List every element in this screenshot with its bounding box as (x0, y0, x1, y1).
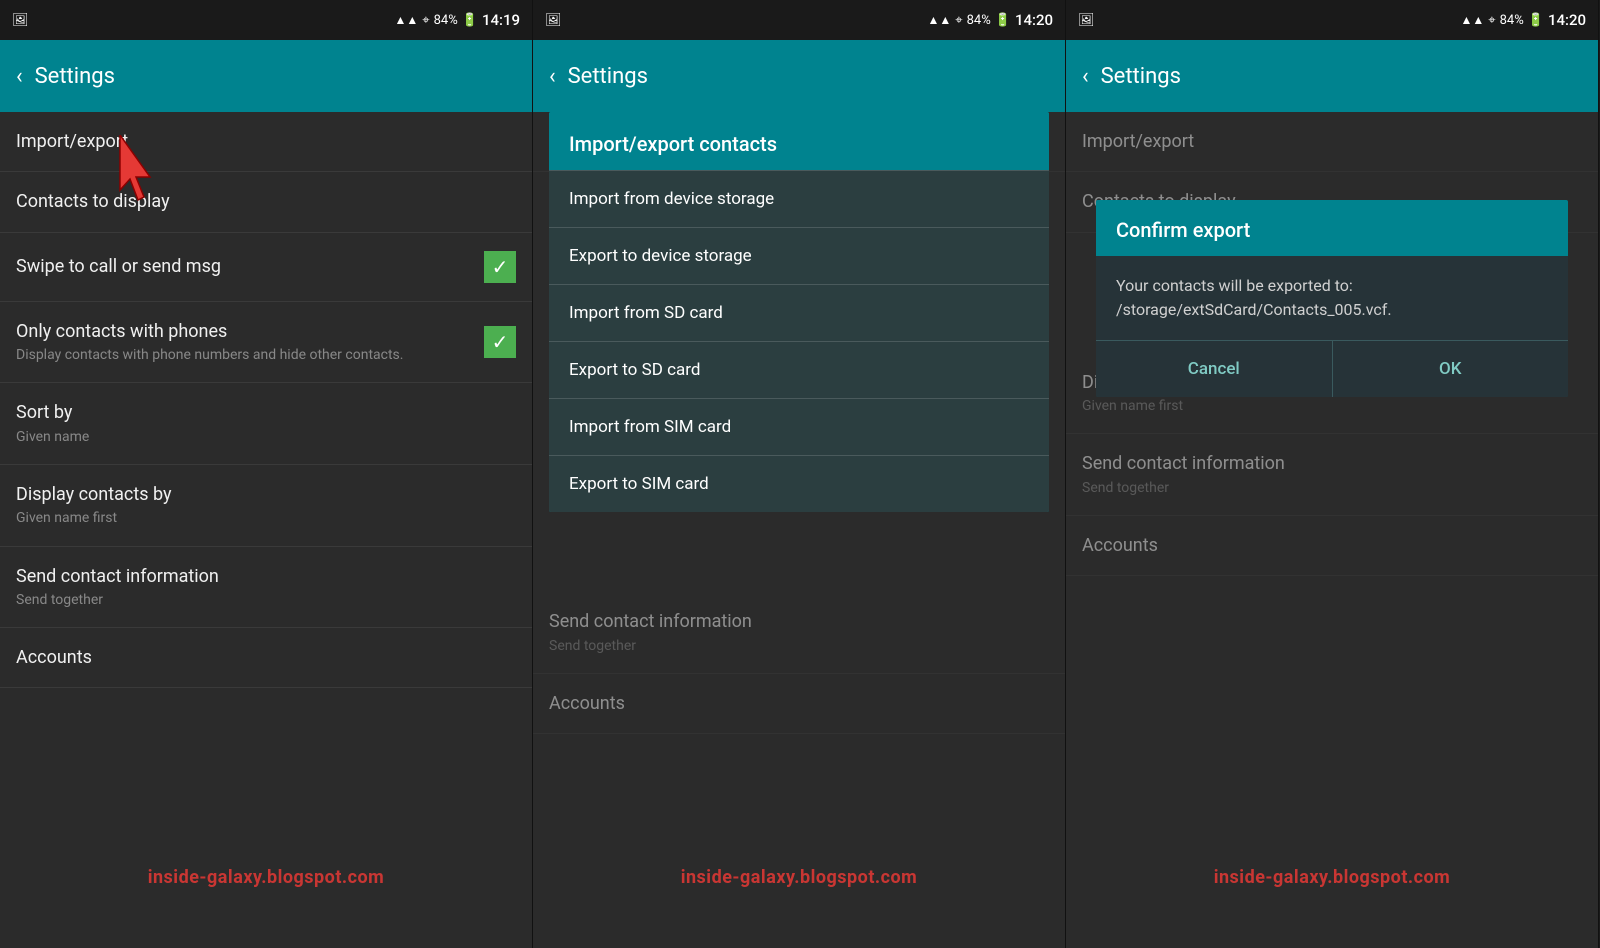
settings-item-display-by[interactable]: Display contacts by Given name first (0, 465, 532, 547)
dialog-item-import-sd[interactable]: Import from SD card (549, 284, 1049, 341)
wifi-icon-2: ⌖ (955, 13, 962, 28)
settings-item-contacts-display[interactable]: Contacts to display (0, 172, 532, 232)
status-right-3: ▲▲ ⌖ 84% 🔋 14:20 (1461, 11, 1586, 29)
confirm-body: Your contacts will be exported to: /stor… (1096, 256, 1568, 340)
clock: 14:19 (482, 11, 520, 29)
battery-percent-3: 84% (1500, 13, 1524, 28)
wifi-icon-3: ⌖ (1488, 13, 1495, 28)
app-bar-1: ‹ Settings (0, 40, 532, 112)
panel-1: 🖼 ▲▲ ⌖ 84% 🔋 14:19 ‹ Settings Import/exp… (0, 0, 533, 948)
dialog-item-export-sd[interactable]: Export to SD card (549, 341, 1049, 398)
settings-item-only-phones[interactable]: Only contacts with phones Display contac… (0, 302, 532, 384)
battery-percent-2: 84% (967, 13, 991, 28)
settings-item-send-info-3: Send contact information Send together (1066, 434, 1598, 516)
clock-3: 14:20 (1548, 11, 1586, 29)
ok-button[interactable]: OK (1333, 341, 1569, 397)
app-bar-2: ‹ Settings (533, 40, 1065, 112)
battery-icon-2: 🔋 (995, 13, 1011, 28)
back-button-3[interactable]: ‹ (1082, 64, 1089, 89)
settings-item-accounts-3: Accounts (1066, 516, 1598, 576)
dialog-header: Import/export contacts (549, 112, 1049, 170)
wifi-icon: ⌖ (422, 13, 429, 28)
screenshot-icon-2: 🖼 (545, 13, 562, 28)
status-right-1: ▲▲ ⌖ 84% 🔋 14:19 (395, 11, 520, 29)
settings-item-below-2: Accounts (533, 674, 1065, 734)
confirm-buttons: Cancel OK (1096, 340, 1568, 397)
cancel-button[interactable]: Cancel (1096, 341, 1333, 397)
dialog-item-export-sim[interactable]: Export to SIM card (549, 455, 1049, 512)
status-left-1: 🖼 (12, 13, 29, 28)
dialog-item-export-device[interactable]: Export to device storage (549, 227, 1049, 284)
settings-list-1: Import/export Contacts to display Swipe … (0, 112, 532, 948)
import-export-dialog: Import/export contacts Import from devic… (549, 112, 1049, 512)
settings-item-swipe-call[interactable]: Swipe to call or send msg ✓ (0, 233, 532, 302)
app-title-3: Settings (1101, 64, 1181, 89)
only-phones-checkbox[interactable]: ✓ (484, 326, 516, 358)
back-button-1[interactable]: ‹ (16, 64, 23, 89)
dialog-item-import-device[interactable]: Import from device storage (549, 170, 1049, 227)
dialog-item-import-sim[interactable]: Import from SIM card (549, 398, 1049, 455)
status-bar-2: 🖼 ▲▲ ⌖ 84% 🔋 14:20 (533, 0, 1065, 40)
settings-item-send-info[interactable]: Send contact information Send together (0, 547, 532, 629)
confirm-title: Confirm export (1096, 200, 1568, 256)
screenshot-icon: 🖼 (12, 13, 29, 28)
app-bar-3: ‹ Settings (1066, 40, 1598, 112)
panel-2: 🖼 ▲▲ ⌖ 84% 🔋 14:20 ‹ Settings Import/exp… (533, 0, 1066, 948)
settings-item-accounts[interactable]: Accounts (0, 628, 532, 688)
settings-item-section-3: Import/export (1066, 112, 1598, 172)
signal-icon-3: ▲▲ (1461, 13, 1485, 27)
clock-2: 14:20 (1015, 11, 1053, 29)
signal-icon: ▲▲ (395, 13, 419, 27)
screenshot-icon-3: 🖼 (1078, 13, 1095, 28)
back-button-2[interactable]: ‹ (549, 64, 556, 89)
signal-icon-2: ▲▲ (928, 13, 952, 27)
settings-item-below-1: Send contact information Send together (533, 592, 1065, 674)
swipe-call-checkbox[interactable]: ✓ (484, 251, 516, 283)
app-title-2: Settings (568, 64, 648, 89)
status-left-2: 🖼 (545, 13, 562, 28)
status-right-2: ▲▲ ⌖ 84% 🔋 14:20 (928, 11, 1053, 29)
settings-item-import-export[interactable]: Import/export (0, 112, 532, 172)
app-title-1: Settings (35, 64, 115, 89)
battery-icon-3: 🔋 (1528, 13, 1544, 28)
confirm-dialog: Confirm export Your contacts will be exp… (1096, 200, 1568, 397)
settings-item-sort-by[interactable]: Sort by Given name (0, 383, 532, 465)
status-bar-1: 🖼 ▲▲ ⌖ 84% 🔋 14:19 (0, 0, 532, 40)
status-left-3: 🖼 (1078, 13, 1095, 28)
battery-icon: 🔋 (462, 13, 478, 28)
panel-3: 🖼 ▲▲ ⌖ 84% 🔋 14:20 ‹ Settings Import/exp… (1066, 0, 1599, 948)
battery-percent: 84% (434, 13, 458, 28)
status-bar-3: 🖼 ▲▲ ⌖ 84% 🔋 14:20 (1066, 0, 1598, 40)
